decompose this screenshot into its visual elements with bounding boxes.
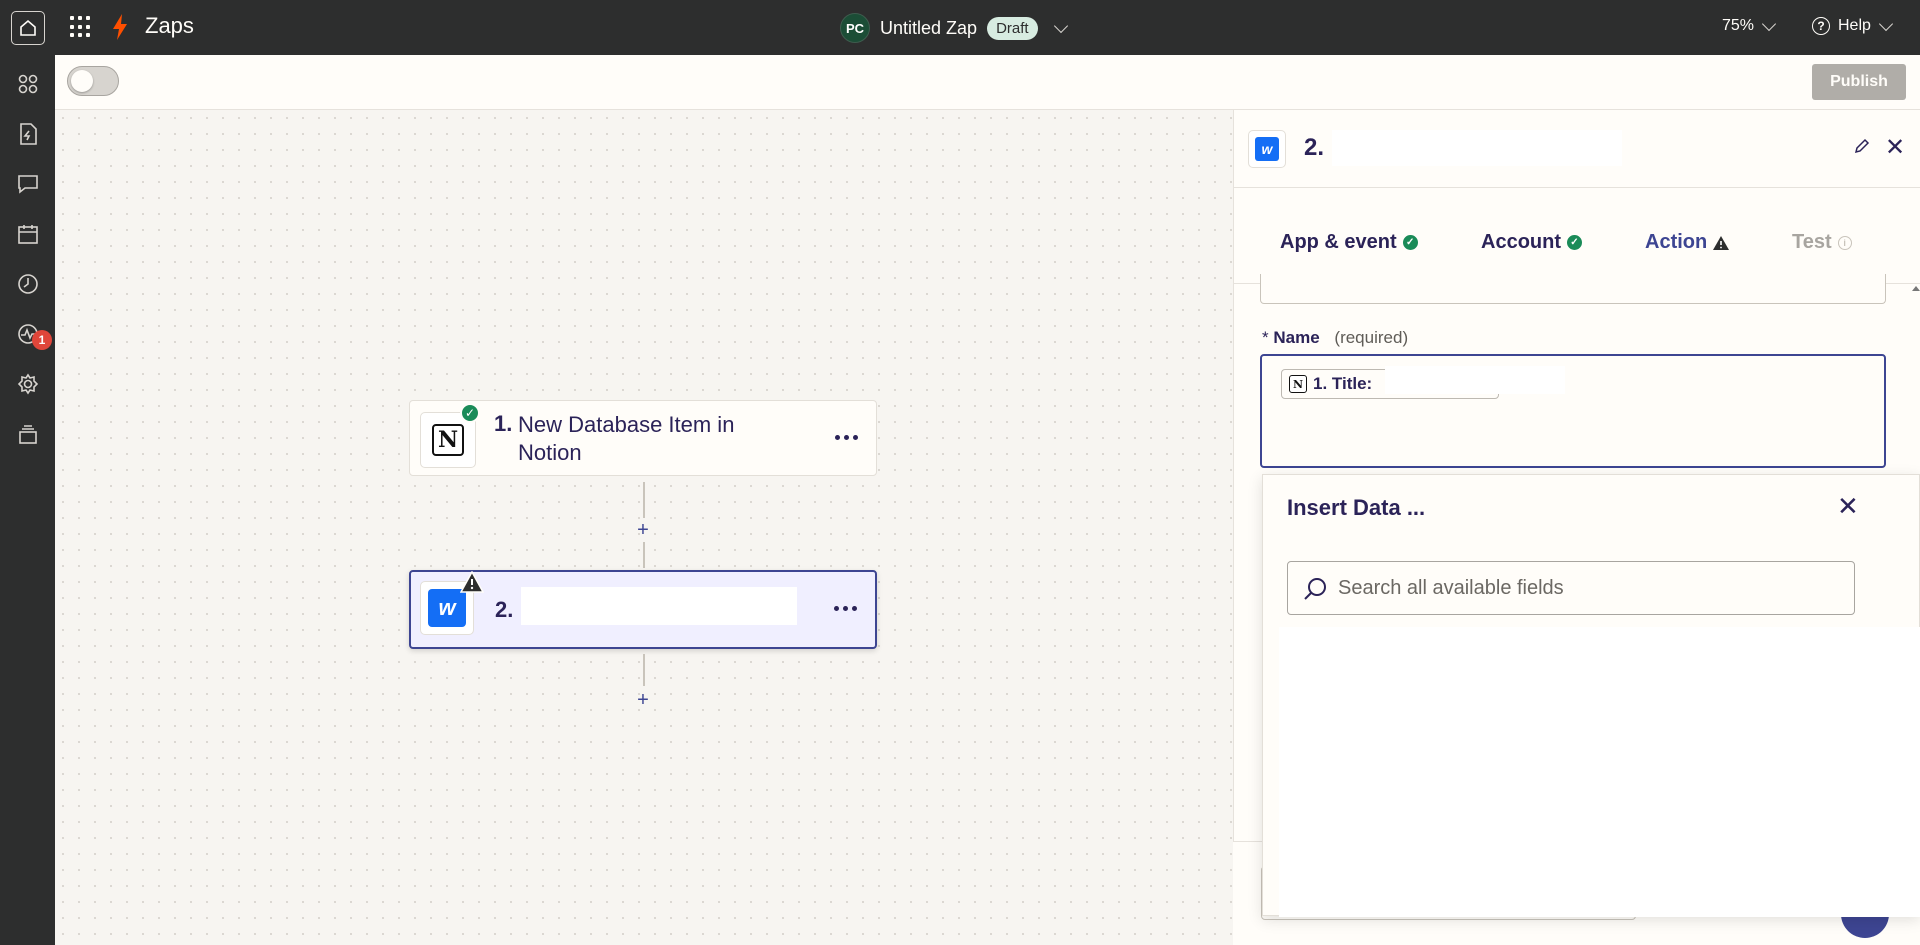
brand-title[interactable]: Zaps: [145, 13, 194, 39]
name-input[interactable]: N 1. Title:: [1260, 354, 1886, 468]
step-card-action[interactable]: w 2.: [409, 570, 877, 649]
notification-badge: 1: [32, 330, 52, 350]
calendar-icon[interactable]: [16, 222, 40, 246]
pill-label: 1. Title:: [1313, 374, 1373, 393]
zoom-control[interactable]: 75%: [1722, 16, 1777, 35]
zap-file-icon[interactable]: [16, 122, 40, 146]
apps-icon[interactable]: [16, 72, 40, 96]
connector-line: [643, 654, 645, 686]
check-icon: ✓: [1402, 235, 1418, 250]
pill-value: [1385, 366, 1565, 394]
home-button[interactable]: [11, 11, 45, 45]
chevron-down-icon: [1761, 16, 1777, 31]
tab-label: Test: [1792, 231, 1832, 253]
info-icon: i: [1837, 235, 1852, 250]
status-badge: Draft: [987, 16, 1038, 40]
field-label-text: Name: [1273, 328, 1320, 347]
add-step-button[interactable]: +: [631, 688, 655, 712]
top-bar: Zaps PC Untitled Zap Draft 75% ? Help: [0, 0, 1920, 55]
step-number: 1.: [494, 411, 513, 436]
step-card-trigger[interactable]: N ✓ 1. New Database Item in Notion: [409, 400, 877, 476]
more-options-icon[interactable]: [835, 435, 858, 440]
step-tabs: App & event ✓ Account ✓ Action Test i: [1234, 188, 1920, 284]
zap-canvas[interactable]: N ✓ 1. New Database Item in Notion + w 2…: [55, 110, 1233, 945]
search-icon: [1304, 578, 1326, 600]
tab-app-event[interactable]: App & event ✓: [1280, 231, 1418, 254]
warning-icon: [460, 571, 484, 593]
add-step-button[interactable]: +: [631, 518, 655, 542]
chevron-down-icon: [1878, 16, 1893, 31]
close-icon[interactable]: ✕: [1885, 136, 1905, 160]
panel-step-title[interactable]: [1332, 130, 1622, 166]
notion-icon: N: [432, 424, 464, 456]
pencil-icon[interactable]: [1853, 137, 1871, 155]
apps-grid-icon[interactable]: [70, 16, 92, 38]
chat-icon[interactable]: [16, 172, 40, 196]
check-icon: ✓: [460, 403, 480, 423]
webflow-app-logo: w: [1248, 130, 1286, 168]
settings-icon[interactable]: [16, 372, 40, 396]
scroll-up-arrow-icon[interactable]: [1912, 286, 1920, 291]
tab-account[interactable]: Account ✓: [1481, 231, 1582, 254]
help-button[interactable]: ? Help: [1812, 16, 1893, 35]
previous-field-input[interactable]: [1260, 274, 1886, 304]
required-marker: *: [1262, 328, 1269, 347]
zoom-level: 75%: [1722, 17, 1755, 34]
notion-icon: N: [1289, 375, 1307, 393]
tab-label: Action: [1645, 231, 1708, 253]
available-fields-list[interactable]: [1279, 627, 1920, 917]
webflow-icon: w: [1255, 137, 1279, 161]
panel-step-number: 2.: [1304, 134, 1325, 161]
chevron-down-icon[interactable]: [1053, 18, 1068, 33]
name-field-label: * Name (required): [1262, 328, 1408, 348]
tab-label: App & event: [1280, 231, 1397, 253]
home-icon: [20, 19, 36, 36]
insert-data-popover: Insert Data ... ✕: [1262, 474, 1920, 917]
close-icon[interactable]: ✕: [1837, 491, 1859, 522]
step-title: New Database Item in Notion: [518, 412, 735, 465]
popover-title: Insert Data ...: [1287, 495, 1426, 520]
connector-line: [643, 542, 645, 568]
help-label: Help: [1838, 17, 1871, 34]
check-icon: ✓: [1567, 235, 1582, 250]
history-icon[interactable]: [16, 272, 40, 296]
zap-bolt-icon: [113, 14, 127, 40]
tab-action[interactable]: Action: [1645, 231, 1730, 254]
step-number: 2.: [495, 597, 514, 622]
editor-toolbar: Publish: [55, 55, 1920, 110]
toggle-knob: [71, 70, 93, 92]
layers-icon[interactable]: [16, 422, 40, 446]
zap-title-group[interactable]: PC Untitled Zap Draft: [840, 13, 1068, 43]
avatar[interactable]: PC: [840, 13, 870, 43]
zap-title[interactable]: Untitled Zap: [880, 18, 977, 39]
help-icon: ?: [1812, 17, 1830, 35]
tab-test[interactable]: Test i: [1792, 231, 1852, 254]
required-hint: (required): [1334, 328, 1409, 347]
publish-button[interactable]: Publish: [1812, 64, 1906, 100]
panel-header: w 2. ✕: [1234, 110, 1920, 188]
tab-label: Account: [1481, 231, 1561, 253]
more-options-icon[interactable]: [834, 606, 857, 611]
warning-icon: [1713, 235, 1730, 250]
left-rail: 1 ✦: [0, 55, 55, 945]
step-title: [521, 587, 797, 625]
search-field[interactable]: [1287, 561, 1855, 615]
zap-on-off-toggle[interactable]: [67, 66, 119, 96]
connector-line: [643, 482, 645, 518]
webflow-icon: w: [428, 589, 466, 627]
search-input[interactable]: [1338, 562, 1838, 614]
